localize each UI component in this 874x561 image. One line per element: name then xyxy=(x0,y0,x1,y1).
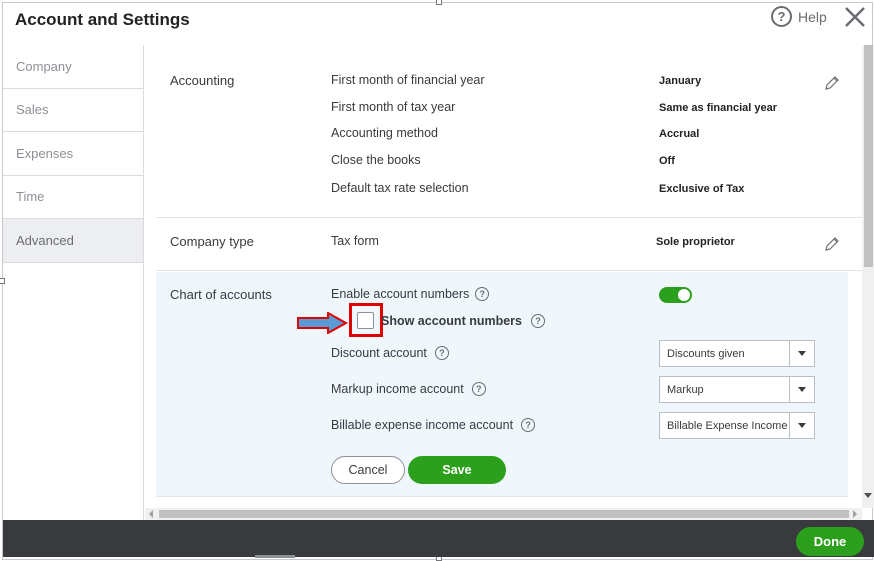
chevron-down-icon[interactable] xyxy=(789,413,814,438)
help-question-icon[interactable]: ? xyxy=(434,346,449,360)
setting-value: Accrual xyxy=(659,128,700,140)
chevron-down-icon[interactable] xyxy=(789,377,814,402)
company-type-section[interactable]: Company type Tax form Sole proprietor xyxy=(156,219,862,271)
setting-value: Off xyxy=(659,155,675,167)
sidebar-item-advanced[interactable]: Advanced xyxy=(3,219,143,263)
annotation-arrow-icon xyxy=(297,312,349,334)
help-question-icon[interactable]: ? xyxy=(471,382,486,396)
sidebar-item-label: Company xyxy=(16,58,72,74)
setting-label: Tax form xyxy=(331,234,379,248)
setting-value: January xyxy=(659,75,702,87)
section-title: Chart of accounts xyxy=(170,287,272,302)
markup-income-account-select[interactable]: Markup xyxy=(659,376,815,403)
sidebar-item-label: Time xyxy=(16,189,45,205)
sidebar-item-label: Advanced xyxy=(16,232,74,248)
sidebar-item-expenses[interactable]: Expenses xyxy=(3,132,143,176)
setting-value: Exclusive of Tax xyxy=(659,183,745,195)
scrollbar-thumb[interactable] xyxy=(864,45,873,267)
scroll-down-arrow-icon[interactable] xyxy=(864,493,872,498)
sidebar-item-company[interactable]: Company xyxy=(3,45,143,89)
section-title: Accounting xyxy=(170,73,235,88)
billable-expense-income-account-label: Billable expense income account ? xyxy=(331,418,536,432)
dialog-footer: Done xyxy=(3,520,874,558)
enable-account-numbers-toggle[interactable] xyxy=(659,287,692,303)
setting-label: First month of tax year xyxy=(331,100,456,114)
sidebar-item-label: Expenses xyxy=(16,145,74,161)
help-button[interactable]: ? Help xyxy=(771,6,827,27)
help-question-icon[interactable]: ? xyxy=(531,314,545,328)
toggle-knob xyxy=(678,289,690,301)
chevron-down-icon[interactable] xyxy=(789,341,814,366)
label-text: Markup income account xyxy=(331,382,464,396)
footer-tab-indicator xyxy=(255,555,295,558)
select-value: Billable Expense Income xyxy=(667,419,788,432)
scrollbar-thumb[interactable] xyxy=(159,510,849,518)
markup-income-account-label: Markup income account ? xyxy=(331,382,486,396)
horizontal-scrollbar[interactable] xyxy=(145,508,862,520)
scroll-left-arrow-icon[interactable] xyxy=(149,510,153,518)
save-button[interactable]: Save xyxy=(408,456,506,484)
resize-handle-top[interactable] xyxy=(436,0,442,5)
label-text: Enable account numbers xyxy=(331,287,470,301)
help-icon: ? xyxy=(771,6,792,27)
vertical-scrollbar[interactable] xyxy=(862,45,874,508)
settings-sidebar: Company Sales Expenses Time Advanced xyxy=(3,45,144,521)
chart-of-accounts-section: Chart of accounts Enable account numbers… xyxy=(156,272,848,497)
setting-label: Accounting method xyxy=(331,126,439,140)
help-question-icon[interactable]: ? xyxy=(521,418,536,432)
edit-pencil-icon[interactable] xyxy=(824,236,840,252)
billable-expense-income-account-select[interactable]: Billable Expense Income xyxy=(659,412,815,439)
discount-account-select[interactable]: Discounts given xyxy=(659,340,815,367)
scroll-right-arrow-icon[interactable] xyxy=(853,510,857,518)
help-question-icon[interactable]: ? xyxy=(475,287,490,301)
select-value: Discounts given xyxy=(667,347,745,360)
setting-value: Sole proprietor xyxy=(656,236,735,248)
close-icon[interactable] xyxy=(843,5,867,29)
edit-pencil-icon[interactable] xyxy=(824,75,840,91)
sidebar-item-time[interactable]: Time xyxy=(3,176,143,219)
sidebar-item-sales[interactable]: Sales xyxy=(3,89,143,132)
label-text: Discount account xyxy=(331,346,427,360)
sidebar-item-label: Sales xyxy=(16,102,49,118)
setting-label: Default tax rate selection xyxy=(331,181,469,195)
label-text: Billable expense income account xyxy=(331,418,514,432)
accounting-section[interactable]: Accounting First month of financial year… xyxy=(156,45,862,218)
dialog-title: Account and Settings xyxy=(15,10,190,29)
discount-account-label: Discount account ? xyxy=(331,346,449,360)
done-button[interactable]: Done xyxy=(796,527,864,556)
enable-account-numbers-label: Enable account numbers ? xyxy=(331,287,490,301)
show-account-numbers-checkbox[interactable] xyxy=(357,312,374,329)
cancel-button[interactable]: Cancel xyxy=(331,456,405,484)
setting-value: Same as financial year xyxy=(659,102,778,114)
settings-content: Accounting First month of financial year… xyxy=(145,45,862,508)
section-title: Company type xyxy=(170,234,254,249)
help-label: Help xyxy=(798,8,827,25)
setting-label: First month of financial year xyxy=(331,73,485,87)
label-text: Show account numbers xyxy=(381,314,522,328)
select-value: Markup xyxy=(667,383,704,396)
show-account-numbers-label: Show account numbers ? xyxy=(381,314,545,328)
setting-label: Close the books xyxy=(331,153,421,167)
